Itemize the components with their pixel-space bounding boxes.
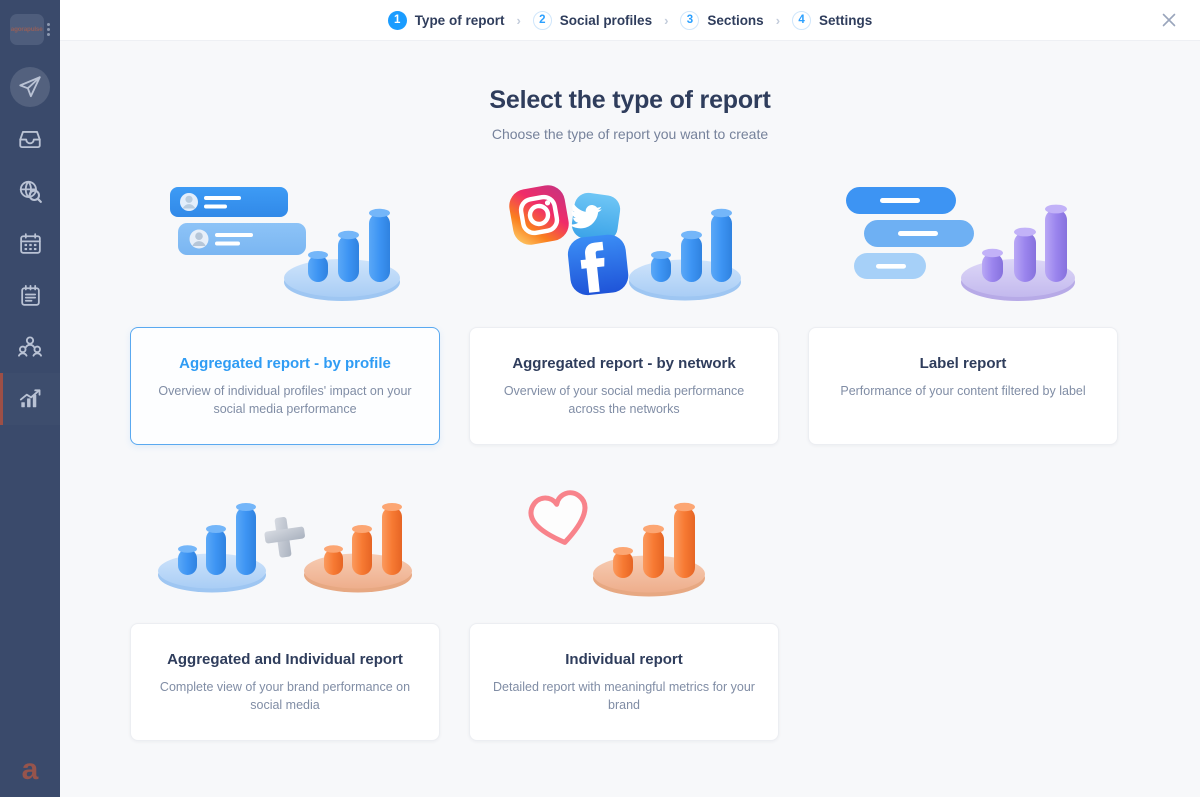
report-type-cell: Label report Performance of your content… xyxy=(808,177,1118,445)
close-button[interactable] xyxy=(1156,7,1182,33)
wizard-step-4[interactable]: 4 Settings xyxy=(792,10,873,30)
card-description: Complete view of your brand performance … xyxy=(159,680,411,713)
illustration-svg xyxy=(528,490,705,597)
illustration-svg xyxy=(846,187,1075,301)
step-separator-icon: › xyxy=(775,12,781,28)
card-title: Individual report xyxy=(565,651,683,668)
heart-orange-bars-illustration xyxy=(469,473,779,601)
step-label-1: Type of report xyxy=(414,12,505,28)
sidebar-item-calendar[interactable] xyxy=(0,217,60,269)
sidebar-item-inbox[interactable] xyxy=(0,113,60,165)
wizard-content: Select the type of report Choose the typ… xyxy=(60,41,1200,797)
notepad-icon xyxy=(20,284,40,306)
report-type-card-individual[interactable]: Individual report Detailed report with m… xyxy=(469,623,779,741)
report-type-cell: Individual report Detailed report with m… xyxy=(469,473,779,741)
calendar-icon xyxy=(19,232,41,254)
social-networks-bars-illustration xyxy=(469,177,779,305)
card-description: Overview of individual profiles' impact … xyxy=(158,384,412,417)
app-logo-text: agorapulse xyxy=(11,26,43,33)
people-icon xyxy=(18,336,42,357)
labels-purple-bars-illustration xyxy=(808,177,1118,305)
bar-chart-icon xyxy=(19,389,41,408)
profiles-bars-illustration xyxy=(130,177,440,305)
sidebar-logo-row[interactable]: agorapulse xyxy=(10,14,50,45)
step-number-2: 2 xyxy=(532,10,552,30)
card-description: Detailed report with meaningful metrics … xyxy=(493,680,755,713)
step-number-3: 3 xyxy=(680,10,700,30)
blue-plus-orange-bars-illustration xyxy=(130,473,440,601)
main-area: 1 Type of report › 2 Social profiles › 3… xyxy=(60,0,1200,797)
step-number-1: 1 xyxy=(387,10,407,30)
report-type-cell: Aggregated report - by profile Overview … xyxy=(130,177,440,445)
sidebar-item-reports[interactable] xyxy=(0,373,60,425)
paper-plane-icon xyxy=(19,76,41,98)
sidebar-item-listening[interactable] xyxy=(0,165,60,217)
wizard-step-2[interactable]: 2 Social profiles xyxy=(532,10,653,30)
inbox-tray-icon xyxy=(19,131,41,149)
report-type-card-aggregated-and-individual[interactable]: Aggregated and Individual report Complet… xyxy=(130,623,440,741)
report-type-card-aggregated-by-network[interactable]: Aggregated report - by network Overview … xyxy=(469,327,779,445)
app-logo[interactable]: agorapulse xyxy=(10,14,44,45)
avatar-letter: a xyxy=(21,753,39,786)
report-type-grid: Aggregated report - by profile Overview … xyxy=(130,177,1130,741)
card-title: Aggregated and Individual report xyxy=(167,651,403,668)
report-type-cell: Aggregated report - by network Overview … xyxy=(469,177,779,445)
wizard-step-3[interactable]: 3 Sections xyxy=(680,10,764,30)
card-title: Aggregated report - by profile xyxy=(179,355,391,372)
kebab-menu-icon[interactable] xyxy=(47,23,50,36)
wizard-step-1[interactable]: 1 Type of report xyxy=(387,10,505,30)
card-title: Aggregated report - by network xyxy=(512,355,736,372)
sidebar-item-publishing[interactable] xyxy=(0,61,60,113)
card-description: Performance of your content filtered by … xyxy=(840,384,1086,398)
card-description: Overview of your social media performanc… xyxy=(503,384,745,417)
illustration-svg xyxy=(170,187,400,301)
report-type-cell: Aggregated and Individual report Complet… xyxy=(130,473,440,741)
step-separator-icon: › xyxy=(516,12,521,28)
globe-search-icon xyxy=(19,180,42,203)
sidebar-item-fans-followers[interactable] xyxy=(0,321,60,373)
sidebar: agorapulse a xyxy=(0,0,60,797)
card-title: Label report xyxy=(919,355,1007,372)
illustration-svg xyxy=(158,503,412,593)
page-title: Select the type of report xyxy=(489,86,771,114)
page-subtitle: Choose the type of report you want to cr… xyxy=(491,126,769,142)
report-type-card-aggregated-by-profile[interactable]: Aggregated report - by profile Overview … xyxy=(130,327,440,445)
app-root: agorapulse a 1 Type of report › 2 Social… xyxy=(0,0,1200,797)
illustration-svg xyxy=(509,185,741,301)
step-separator-icon: › xyxy=(664,12,669,28)
step-number-4: 4 xyxy=(792,10,812,30)
sidebar-nav xyxy=(0,61,60,425)
wizard-steps: 1 Type of report › 2 Social profiles › 3… xyxy=(387,10,873,30)
sidebar-item-content-library[interactable] xyxy=(0,269,60,321)
wizard-header: 1 Type of report › 2 Social profiles › 3… xyxy=(60,0,1200,41)
step-label-4: Settings xyxy=(819,12,873,28)
step-label-2: Social profiles xyxy=(559,12,653,28)
step-label-3: Sections xyxy=(707,12,764,28)
report-type-card-label[interactable]: Label report Performance of your content… xyxy=(808,327,1118,445)
user-avatar[interactable]: a xyxy=(0,755,60,785)
close-icon xyxy=(1162,13,1176,27)
